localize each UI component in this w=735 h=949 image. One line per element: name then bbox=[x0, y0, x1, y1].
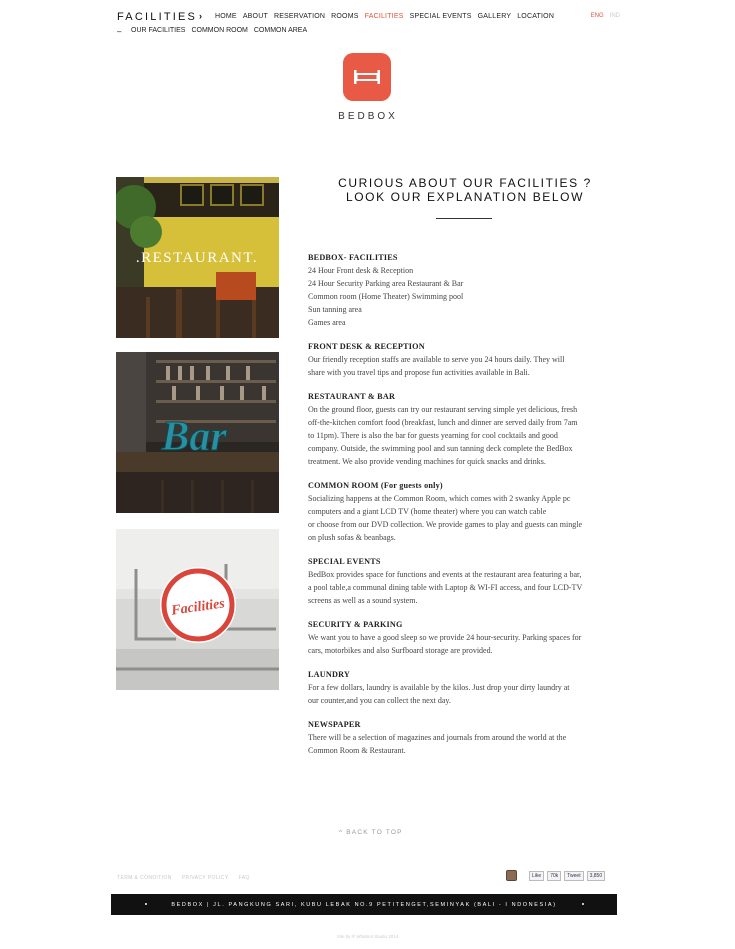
section-line: Socializing happens at the Common Room, … bbox=[308, 494, 571, 503]
section-bedbox-facilities: BEDBOX- FACILITIES 24 Hour Front desk & … bbox=[308, 251, 624, 329]
section-line: screens as well as a sound system. bbox=[308, 596, 418, 605]
section-line: off-the-kitchen comfort food (breakfast,… bbox=[308, 418, 578, 427]
nav-rooms[interactable]: ROOMS bbox=[331, 13, 358, 20]
footer-address-bar: BEDBOX | JL. PANGKUNG SARI, KUBU LEBAK N… bbox=[111, 894, 617, 915]
section-title: FRONT DESK & RECEPTION bbox=[308, 342, 425, 351]
facebook-like-button[interactable]: Like bbox=[529, 871, 545, 881]
main-heading-line2: LOOK OUR EXPLANATION BELOW bbox=[345, 190, 585, 204]
bed-icon bbox=[354, 70, 380, 84]
section-line: our counter,and you can collect the next… bbox=[308, 696, 451, 705]
section-newspaper: NEWSPAPER There will be a selection of m… bbox=[308, 718, 624, 757]
footer-link-faq[interactable]: FAQ bbox=[239, 875, 250, 881]
subnav-common-area[interactable]: COMMON AREA bbox=[254, 27, 307, 34]
footer-bullet-left bbox=[145, 903, 147, 905]
brand-name: BEDBOX bbox=[338, 111, 398, 122]
section-title: SECURITY & PARKING bbox=[308, 620, 403, 629]
section-line: cars, motorbikes and also Surfboard stor… bbox=[308, 646, 493, 655]
nav-reservation[interactable]: RESERVATION bbox=[274, 13, 325, 20]
section-title: NEWSPAPER bbox=[308, 720, 361, 729]
heading-divider bbox=[436, 218, 492, 219]
section-line: a pool table,a communal dining table wit… bbox=[308, 583, 583, 592]
tweet-count: 3,850 bbox=[586, 871, 606, 881]
sub-nav-dash: – bbox=[117, 27, 122, 36]
nav-home[interactable]: HOME bbox=[215, 13, 237, 20]
page-title: FACILITIES bbox=[117, 11, 198, 23]
instagram-icon[interactable] bbox=[506, 870, 517, 881]
section-line: On the ground floor, guests can try our … bbox=[308, 405, 578, 414]
nav-location[interactable]: LOCATION bbox=[517, 13, 554, 20]
nav-facilities[interactable]: FACILITIES bbox=[365, 13, 404, 20]
restaurant-photo[interactable]: .RESTAURANT. bbox=[116, 177, 279, 338]
nav-gallery[interactable]: GALLERY bbox=[478, 13, 512, 20]
section-line: on plush sofas & beanbags. bbox=[308, 533, 396, 542]
section-title: RESTAURANT & BAR bbox=[308, 392, 396, 401]
chevron-right-icon: › bbox=[199, 11, 202, 21]
section-line: We want you to have a good sleep so we p… bbox=[308, 633, 582, 642]
section-line: computers and a giant LCD TV (home theat… bbox=[308, 507, 547, 516]
section-line: or choose from our DVD collection. We pr… bbox=[308, 520, 583, 529]
section-title: LAUNDRY bbox=[308, 670, 351, 679]
section-line: Our friendly reception staffs are availa… bbox=[308, 355, 565, 364]
footer-link-terms[interactable]: TERM & CONDITION bbox=[117, 875, 172, 881]
bar-photo[interactable]: Bar bbox=[116, 352, 279, 513]
footer-link-privacy[interactable]: PRIVACY POLICY bbox=[182, 875, 229, 881]
section-title: BEDBOX- FACILITIES bbox=[308, 253, 398, 262]
section-line: treatment. We also provide vending machi… bbox=[308, 457, 546, 466]
language-switcher: ENG IND bbox=[591, 13, 620, 19]
facebook-like-count: 70k bbox=[547, 871, 562, 881]
facilities-content: BEDBOX- FACILITIES 24 Hour Front desk & … bbox=[308, 251, 624, 768]
footer-bullet-right bbox=[582, 903, 584, 905]
section-common-room: COMMON ROOM (For guests only) Socializin… bbox=[308, 479, 624, 544]
section-line: share with you travel tips and propose f… bbox=[308, 368, 530, 377]
social-buttons: Like 70k Tweet 3,850 bbox=[529, 871, 606, 881]
nav-about[interactable]: ABOUT bbox=[243, 13, 268, 20]
section-line: 24 Hour Security Parking area Restaurant… bbox=[308, 279, 464, 288]
section-security-parking: SECURITY & PARKING We want you to have a… bbox=[308, 618, 624, 657]
lang-ind[interactable]: IND bbox=[610, 13, 620, 19]
section-laundry: LAUNDRY For a few dollars, laundry is av… bbox=[308, 668, 624, 707]
subnav-common-room[interactable]: COMMON ROOM bbox=[191, 27, 247, 34]
back-to-top-link[interactable]: ^ BACK TO TOP bbox=[339, 829, 403, 836]
section-line: There will be a selection of magazines a… bbox=[308, 733, 567, 742]
section-title: COMMON ROOM (For guests only) bbox=[308, 481, 443, 490]
section-line: Common room (Home Theater) Swimming pool bbox=[308, 292, 464, 301]
section-line: Games area bbox=[308, 318, 346, 327]
nav-special-events[interactable]: SPECIAL EVENTS bbox=[410, 13, 472, 20]
bedbox-logo[interactable] bbox=[343, 53, 391, 101]
section-line: 24 Hour Front desk & Reception bbox=[308, 266, 414, 275]
section-line: to 11pm). There is also the bar for gues… bbox=[308, 431, 558, 440]
section-title: SPECIAL EVENTS bbox=[308, 557, 381, 566]
bar-caption: Bar bbox=[160, 414, 227, 460]
section-special-events: SPECIAL EVENTS BedBox provides space for… bbox=[308, 555, 624, 607]
section-line: Sun tanning area bbox=[308, 305, 362, 314]
main-heading-line1: CURIOUS ABOUT OUR FACILITIES ? bbox=[338, 176, 592, 190]
lang-eng[interactable]: ENG bbox=[591, 13, 604, 19]
subnav-our-facilities[interactable]: OUR FACILITIES bbox=[131, 27, 185, 34]
section-line: company. Outside, the swimming pool and … bbox=[308, 444, 573, 453]
footer-address: BEDBOX | JL. PANGKUNG SARI, KUBU LEBAK N… bbox=[171, 901, 557, 908]
section-restaurant-bar: RESTAURANT & BAR On the ground floor, gu… bbox=[308, 390, 624, 468]
sub-nav: OUR FACILITIES COMMON ROOM COMMON AREA bbox=[131, 27, 307, 34]
footer-links: TERM & CONDITION PRIVACY POLICY FAQ bbox=[117, 875, 250, 881]
section-line: For a few dollars, laundry is available … bbox=[308, 683, 570, 692]
facilities-photo[interactable]: Facilities bbox=[116, 529, 279, 690]
section-line: Common Room & Restaurant. bbox=[308, 746, 406, 755]
section-front-desk: FRONT DESK & RECEPTION Our friendly rece… bbox=[308, 340, 624, 379]
site-credit: Site by ® Whatnot Studio 2014 bbox=[336, 934, 399, 939]
section-line: BedBox provides space for functions and … bbox=[308, 570, 582, 579]
tweet-button[interactable]: Tweet bbox=[564, 871, 584, 881]
restaurant-caption: .RESTAURANT. bbox=[136, 250, 258, 266]
main-nav: HOME ABOUT RESERVATION ROOMS FACILITIES … bbox=[215, 13, 554, 20]
